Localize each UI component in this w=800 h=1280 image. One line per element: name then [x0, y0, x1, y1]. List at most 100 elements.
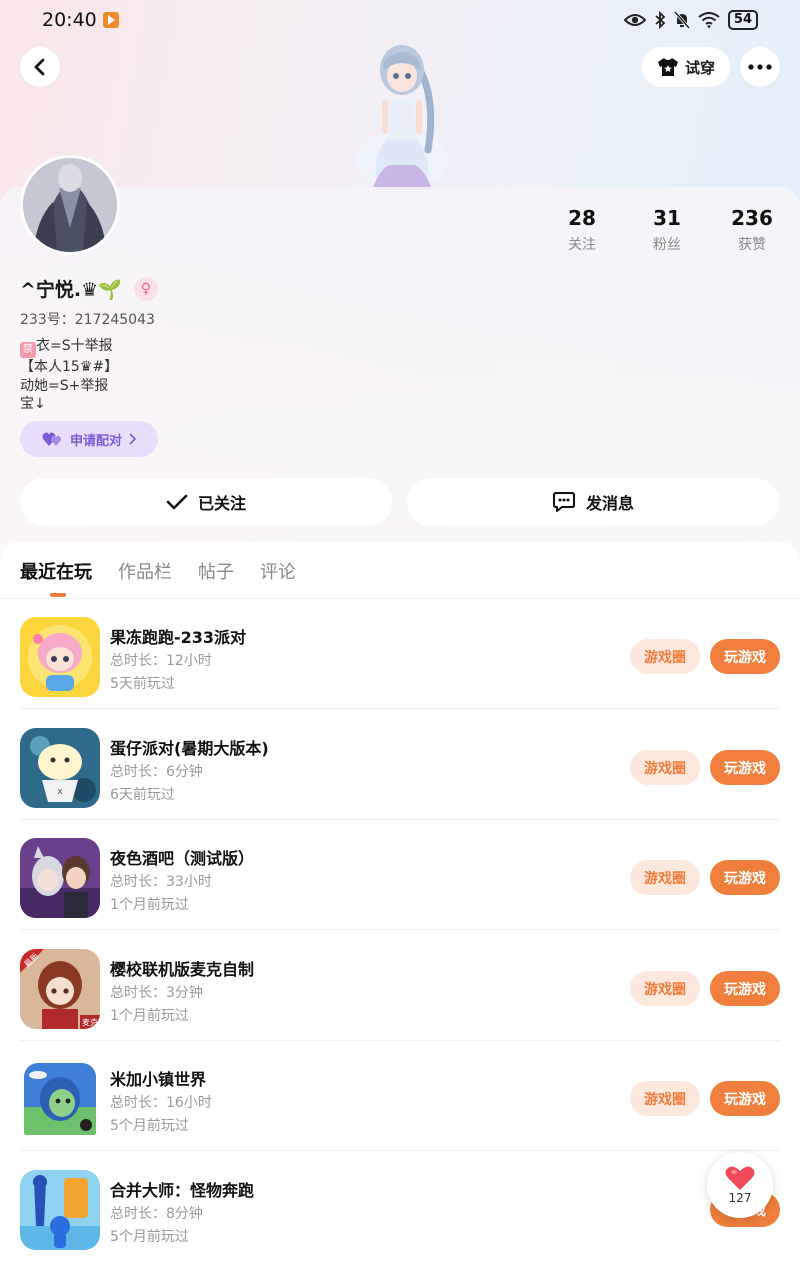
game-row[interactable]: 米加小镇世界 总时长：16小时 5个月前玩过 游戏圈 玩游戏 — [0, 1041, 800, 1151]
game-row[interactable]: 夜色酒吧（测试版） 总时长：33小时 1个月前玩过 游戏圈 玩游戏 — [0, 820, 800, 930]
game-duration: 总时长：8分钟 — [110, 1206, 203, 1222]
game-icon — [20, 1170, 100, 1250]
like-count: 127 — [728, 1191, 752, 1205]
followed-label: 已关注 — [197, 494, 246, 513]
stat-likes-label: 获赞 — [738, 237, 766, 253]
battery-indicator: 54 — [727, 10, 758, 30]
game-icon-badge-bottom: 麦克 — [82, 1018, 98, 1027]
app-notification-icon — [102, 12, 119, 28]
send-message-button[interactable]: 发消息 — [407, 478, 779, 526]
shirt-icon — [657, 58, 678, 76]
back-button[interactable] — [20, 47, 60, 87]
bio-line: 宝↓ — [20, 396, 46, 412]
game-duration: 总时长：16小时 — [110, 1095, 212, 1111]
game-row[interactable]: 果冻跑跑-233派对 总时长：12小时 5天前玩过 游戏圈 玩游戏 — [0, 599, 800, 709]
avatar-character-figure — [350, 40, 454, 190]
bio: 禁衣=S十举报 【本人15♛#】 动她=S+举报 宝↓ — [20, 337, 118, 414]
heart-icon — [725, 1166, 755, 1190]
game-circle-button[interactable]: 游戏圈 — [630, 639, 700, 674]
status-icons: 54 — [623, 10, 758, 30]
svg-text:x: x — [57, 787, 63, 797]
bio-line: 禁衣=S十举报 — [20, 337, 118, 358]
game-name: 樱校联机版麦克自制 — [110, 960, 255, 979]
mute-bell-icon — [673, 11, 690, 29]
bluetooth-icon — [655, 11, 666, 29]
eye-icon — [623, 14, 646, 26]
profile-tabs: 最近在玩 作品栏 帖子 评论 — [20, 558, 296, 584]
game-circle-button[interactable]: 游戏圈 — [630, 1081, 700, 1116]
more-dots-icon — [748, 64, 772, 70]
game-last-played: 5个月前玩过 — [110, 1229, 189, 1245]
status-time: 20:40 — [42, 9, 97, 31]
row-divider — [20, 929, 780, 930]
game-last-played: 5个月前玩过 — [110, 1118, 189, 1134]
stat-following-label: 关注 — [568, 237, 596, 253]
play-game-button[interactable]: 玩游戏 — [710, 860, 780, 895]
game-last-played: 1个月前玩过 — [110, 1008, 189, 1024]
stat-likes-count: 236 — [731, 206, 773, 230]
row-divider — [20, 1150, 780, 1151]
play-game-button[interactable]: 玩游戏 — [710, 639, 780, 674]
play-game-button[interactable]: 玩游戏 — [710, 971, 780, 1006]
game-last-played: 6天前玩过 — [110, 787, 175, 803]
ban-tag-icon: 禁 — [20, 342, 36, 358]
like-button[interactable]: 127 — [707, 1152, 773, 1218]
game-duration: 总时长：6分钟 — [110, 764, 203, 780]
stat-following[interactable]: 28 关注 — [542, 206, 622, 254]
row-divider — [20, 708, 780, 709]
try-on-label: 试穿 — [684, 58, 715, 77]
game-circle-button[interactable]: 游戏圈 — [630, 860, 700, 895]
game-row[interactable]: 最新 麦克 樱校联机版麦克自制 总时长：3分钟 1个月前玩过 游戏圈 玩游戏 — [0, 931, 800, 1041]
stat-likes[interactable]: 236 获赞 — [712, 206, 792, 254]
avatar[interactable] — [20, 155, 120, 255]
chevron-right-icon — [129, 433, 136, 445]
bio-line: 【本人15♛#】 — [20, 359, 119, 375]
play-game-button[interactable]: 玩游戏 — [710, 750, 780, 785]
tab-recently-played[interactable]: 最近在玩 — [20, 558, 92, 584]
tab-works[interactable]: 作品栏 — [118, 558, 172, 584]
game-row[interactable]: 合并大师：怪物奔跑 总时长：8分钟 5个月前玩过 玩游戏 — [0, 1152, 800, 1262]
more-options-button[interactable] — [740, 47, 780, 87]
game-name: 合并大师：怪物奔跑 — [110, 1181, 255, 1200]
stat-following-count: 28 — [568, 206, 596, 230]
game-icon — [20, 1059, 100, 1139]
username-row: ^宁悦.♛🌱 ♀ — [20, 275, 158, 302]
stat-fans[interactable]: 31 粉丝 — [627, 206, 707, 254]
game-duration: 总时长：12小时 — [110, 653, 212, 669]
user-id: 233号：217245043 — [20, 312, 155, 328]
game-name: 夜色酒吧（测试版） — [110, 849, 255, 868]
game-row[interactable]: x 蛋仔派对(暑期大版本) 总时长：6分钟 6天前玩过 游戏圈 玩游戏 — [0, 710, 800, 820]
apply-match-label: 申请配对 — [69, 433, 122, 449]
chevron-left-icon — [34, 58, 45, 76]
try-on-button[interactable]: 试穿 — [642, 47, 730, 87]
message-bubble-icon — [552, 492, 575, 512]
bio-line: 动她=S+举报 — [20, 377, 109, 394]
game-icon: x — [20, 728, 100, 808]
game-last-played: 5天前玩过 — [110, 676, 175, 692]
active-tab-indicator — [50, 593, 66, 597]
username: ^宁悦.♛🌱 — [20, 279, 122, 301]
game-duration: 总时长：33小时 — [110, 874, 212, 890]
checkmark-icon — [166, 494, 188, 510]
game-last-played: 1个月前玩过 — [110, 897, 189, 913]
game-circle-button[interactable]: 游戏圈 — [630, 750, 700, 785]
send-message-label: 发消息 — [585, 494, 634, 513]
game-name: 蛋仔派对(暑期大版本) — [110, 739, 269, 758]
tab-comments[interactable]: 评论 — [260, 558, 296, 584]
stat-fans-count: 31 — [653, 206, 681, 230]
game-icon — [20, 617, 100, 697]
game-name: 果冻跑跑-233派对 — [110, 628, 247, 647]
game-name: 米加小镇世界 — [110, 1070, 207, 1089]
game-circle-button[interactable]: 游戏圈 — [630, 971, 700, 1006]
double-heart-icon — [42, 432, 61, 446]
wifi-icon — [698, 12, 720, 28]
stat-fans-label: 粉丝 — [653, 237, 681, 253]
status-bar: 20:40 54 — [0, 0, 800, 40]
apply-match-button[interactable]: 申请配对 — [20, 421, 158, 457]
play-game-button[interactable]: 玩游戏 — [710, 1081, 780, 1116]
followed-button[interactable]: 已关注 — [20, 478, 392, 526]
gender-female-icon: ♀ — [133, 276, 158, 301]
game-icon — [20, 838, 100, 918]
game-duration: 总时长：3分钟 — [110, 985, 203, 1001]
tab-posts[interactable]: 帖子 — [198, 558, 234, 584]
